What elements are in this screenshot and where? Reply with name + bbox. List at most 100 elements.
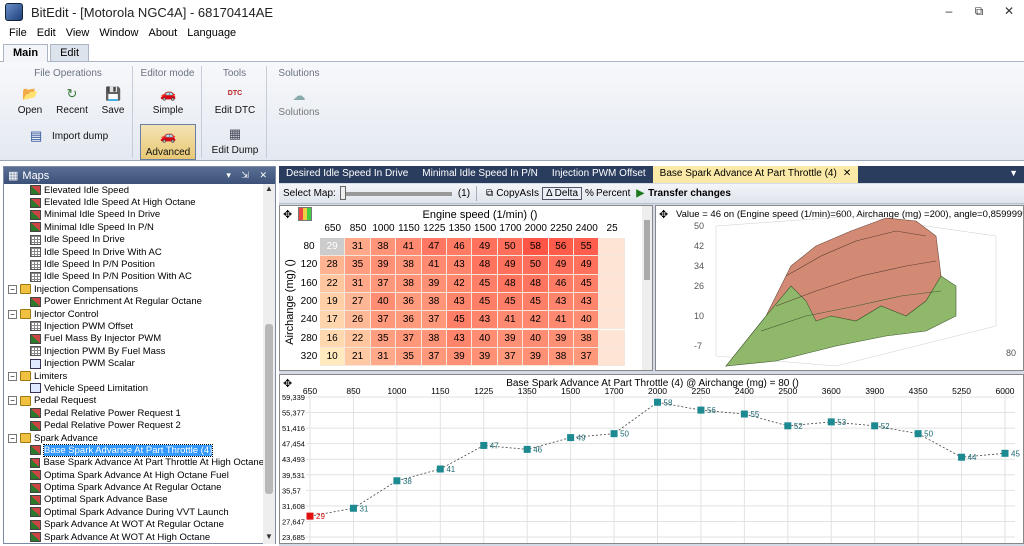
table-cell[interactable]: 39 bbox=[421, 274, 447, 293]
table-cell[interactable]: 47 bbox=[421, 238, 447, 257]
menu-about[interactable]: About bbox=[143, 27, 182, 39]
color-toggle-icon[interactable] bbox=[298, 207, 312, 221]
table-cell[interactable]: 39 bbox=[447, 347, 473, 367]
table-cell[interactable]: 19 bbox=[320, 292, 346, 312]
tree-item[interactable]: Pedal Relative Power Request 2 bbox=[4, 419, 264, 431]
table-cell[interactable]: 40 bbox=[472, 329, 498, 348]
tree-item[interactable]: Optimal Spark Advance During VVT Launch bbox=[4, 506, 264, 518]
doc-tab-base-spark[interactable]: Base Spark Advance At Part Throttle (4) ✕ bbox=[652, 166, 859, 183]
minimize-button[interactable]: – bbox=[934, 0, 964, 22]
transfer-changes-button[interactable]: ▶ Transfer changes bbox=[633, 188, 734, 199]
data-point[interactable] bbox=[654, 398, 661, 406]
row-header[interactable]: 120 bbox=[298, 256, 320, 274]
expand-toggle-icon[interactable]: − bbox=[8, 396, 17, 406]
expand-toggle-icon[interactable]: − bbox=[8, 433, 17, 443]
table-cell[interactable]: 49 bbox=[497, 256, 524, 275]
table-cell[interactable]: 43 bbox=[447, 256, 473, 275]
data-point[interactable] bbox=[1001, 449, 1009, 457]
data-point[interactable] bbox=[349, 504, 357, 512]
data-point[interactable] bbox=[436, 465, 444, 473]
column-header[interactable]: 1225 bbox=[422, 223, 447, 235]
table-cell[interactable]: 50 bbox=[497, 238, 524, 257]
table-cell[interactable]: 39 bbox=[370, 256, 397, 275]
tree-item[interactable]: Injection PWM Scalar bbox=[4, 357, 264, 369]
table-cell[interactable] bbox=[599, 238, 625, 257]
import-dump-button[interactable]: ▤ Import dump bbox=[30, 128, 120, 144]
table-cell[interactable]: 39 bbox=[523, 347, 549, 367]
table-cell[interactable] bbox=[599, 329, 625, 348]
table-cell[interactable]: 43 bbox=[447, 329, 473, 348]
table-cell[interactable]: 49 bbox=[548, 256, 574, 275]
column-header[interactable]: 1500 bbox=[472, 223, 497, 235]
pane-controls[interactable]: ▾ ⇲ ✕ bbox=[226, 170, 271, 181]
row-header[interactable]: 280 bbox=[298, 330, 320, 348]
table-cell[interactable] bbox=[599, 292, 625, 312]
table-cell[interactable]: 46 bbox=[447, 238, 473, 257]
table-cell[interactable]: 37 bbox=[396, 329, 422, 348]
table-cell[interactable]: 41 bbox=[396, 238, 422, 257]
table-cell[interactable]: 55 bbox=[574, 238, 600, 257]
table-cell[interactable]: 35 bbox=[345, 256, 371, 275]
table-cell[interactable]: 22 bbox=[345, 329, 371, 348]
table-cell[interactable]: 49 bbox=[574, 256, 600, 275]
tree-item[interactable]: Base Spark Advance At Part Throttle At H… bbox=[4, 457, 264, 469]
tab-main[interactable]: Main bbox=[3, 44, 49, 62]
column-header[interactable]: 2250 bbox=[549, 223, 574, 235]
table-cell[interactable]: 48 bbox=[472, 256, 498, 275]
table-cell[interactable]: 38 bbox=[396, 256, 422, 275]
menu-view[interactable]: View bbox=[61, 27, 95, 39]
expand-toggle-icon[interactable]: − bbox=[8, 309, 17, 319]
row-header[interactable]: 80 bbox=[298, 238, 320, 256]
simple-mode-button[interactable]: 🚗 Simple bbox=[142, 86, 194, 116]
menu-file[interactable]: File bbox=[4, 27, 32, 39]
tree-item[interactable]: Idle Speed In Drive With AC bbox=[4, 246, 264, 258]
table-cell[interactable]: 40 bbox=[574, 311, 600, 330]
tree-item[interactable]: Base Spark Advance At Part Throttle (4) bbox=[4, 443, 264, 457]
column-header[interactable]: 25 bbox=[599, 223, 624, 235]
table-scrollbar[interactable] bbox=[642, 206, 652, 370]
recent-button[interactable]: ↻ Recent bbox=[50, 86, 94, 116]
slider-knob[interactable] bbox=[339, 185, 346, 200]
data-point[interactable] bbox=[871, 422, 879, 430]
table-cell[interactable]: 17 bbox=[320, 311, 346, 330]
tab-edit[interactable]: Edit bbox=[50, 44, 90, 61]
tree-item[interactable]: Pedal Relative Power Request 1 bbox=[4, 407, 264, 419]
tree-folder[interactable]: − Injection Compensations bbox=[4, 283, 264, 295]
tree-item[interactable]: Elevated Idle Speed bbox=[4, 184, 264, 196]
restore-button[interactable]: ⧉ bbox=[964, 0, 994, 22]
data-point[interactable] bbox=[914, 430, 922, 438]
table-cell[interactable]: 16 bbox=[320, 329, 346, 348]
solutions-button[interactable]: ☁ Solutions bbox=[272, 88, 326, 118]
table-cell[interactable]: 38 bbox=[370, 238, 397, 257]
table-cell[interactable]: 37 bbox=[370, 311, 397, 330]
delta-button[interactable]: Δ Delta bbox=[541, 187, 583, 200]
table-scroll-thumb[interactable] bbox=[644, 220, 650, 280]
table-cell[interactable]: 38 bbox=[574, 329, 600, 348]
table-cell[interactable]: 35 bbox=[396, 347, 422, 367]
tree-item[interactable]: Power Enrichment At Regular Octane bbox=[4, 296, 264, 308]
table-cell[interactable]: 37 bbox=[421, 311, 447, 330]
table-cell[interactable]: 21 bbox=[345, 347, 371, 367]
table-cell[interactable]: 28 bbox=[320, 256, 346, 275]
tree-item[interactable]: Spark Advance At WOT At High Octane bbox=[4, 531, 264, 543]
table-cell[interactable]: 37 bbox=[497, 347, 524, 367]
table-cell[interactable]: 42 bbox=[447, 274, 473, 293]
tree-item[interactable]: Minimal Idle Speed In P/N bbox=[4, 221, 264, 233]
tree-item[interactable]: Minimal Idle Speed In Drive bbox=[4, 209, 264, 221]
table-cell[interactable]: 31 bbox=[345, 274, 371, 293]
table-cell[interactable]: 10 bbox=[320, 347, 346, 367]
table-cell[interactable]: 39 bbox=[548, 329, 574, 348]
copy-as-is-button[interactable]: ⧉ CopyAsIs bbox=[483, 188, 542, 199]
table-cell[interactable]: 39 bbox=[472, 347, 498, 367]
data-point[interactable] bbox=[697, 406, 705, 414]
table-cell[interactable]: 40 bbox=[370, 292, 397, 312]
table-cell[interactable]: 31 bbox=[345, 238, 371, 257]
row-header[interactable]: 200 bbox=[298, 293, 320, 311]
table-cell[interactable]: 27 bbox=[345, 292, 371, 312]
data-point[interactable] bbox=[567, 434, 575, 442]
tree-folder[interactable]: − Injector Control bbox=[4, 308, 264, 320]
advanced-mode-button[interactable]: 🚗 Advanced bbox=[140, 124, 196, 160]
close-tab-icon[interactable]: ✕ bbox=[843, 168, 851, 179]
column-header[interactable]: 2000 bbox=[523, 223, 548, 235]
row-header[interactable]: 160 bbox=[298, 275, 320, 293]
